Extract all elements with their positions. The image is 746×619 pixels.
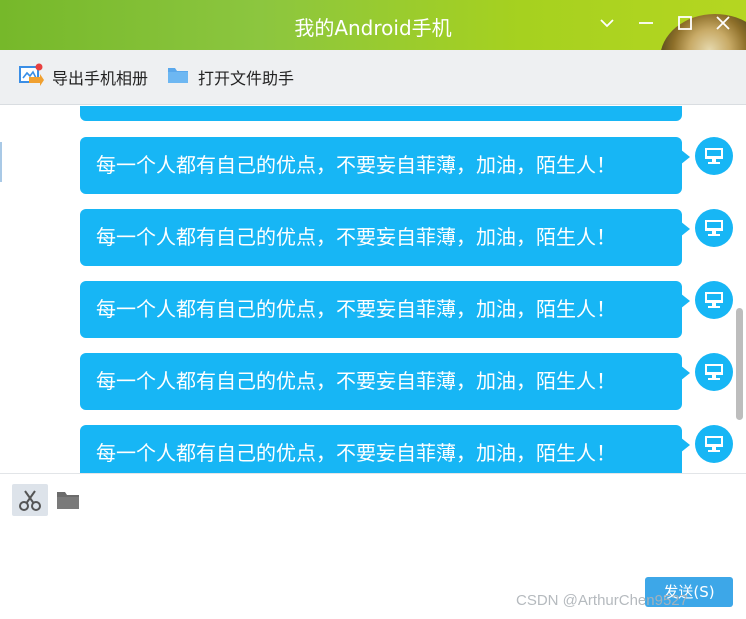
message-bubble[interactable]: 每一个人都有自己的优点，不要妄自菲薄，加油，陌生人！ [80, 209, 682, 266]
title-bar: 我的Android手机 [0, 0, 746, 50]
chat-message-area[interactable]: 每一个人都有自己的优点，不要妄自菲薄，加油，陌生人！ 每一个人都有自己的优点，不… [0, 106, 746, 473]
monitor-icon[interactable] [695, 353, 733, 391]
folder-icon [166, 64, 190, 90]
chevron-down-icon[interactable] [596, 12, 618, 34]
message-row: 每一个人都有自己的优点，不要妄自菲薄，加油，陌生人！ [80, 209, 740, 266]
message-row-partial [80, 106, 740, 121]
export-album-button[interactable]: 导出手机相册 [18, 62, 149, 92]
bubble-tail [680, 437, 690, 453]
message-bubble[interactable]: 每一个人都有自己的优点，不要妄自菲薄，加油，陌生人！ [80, 425, 682, 473]
scissors-icon[interactable] [12, 484, 48, 516]
minimize-icon[interactable] [635, 12, 657, 34]
message-row: 每一个人都有自己的优点，不要妄自菲薄，加油，陌生人！ [80, 353, 740, 410]
chat-scrollbar-thumb[interactable] [736, 308, 743, 420]
message-bubble[interactable]: 每一个人都有自己的优点，不要妄自菲薄，加油，陌生人！ [80, 353, 682, 410]
bubble-tail [680, 149, 690, 165]
message-row: 每一个人都有自己的优点，不要妄自菲薄，加油，陌生人！ [80, 425, 740, 473]
folder-icon[interactable] [50, 484, 86, 516]
toolbar: 导出手机相册 打开文件助手 [0, 50, 746, 105]
monitor-icon[interactable] [695, 137, 733, 175]
left-edge-indicator [0, 142, 2, 182]
monitor-icon[interactable] [695, 209, 733, 247]
message-row: 每一个人都有自己的优点，不要妄自菲薄，加油，陌生人！ [80, 281, 740, 338]
monitor-icon[interactable] [695, 281, 733, 319]
message-bubble[interactable]: 每一个人都有自己的优点，不要妄自菲薄，加油，陌生人！ [80, 281, 682, 338]
open-file-assistant-label: 打开文件助手 [198, 69, 295, 88]
export-photo-icon [18, 62, 44, 92]
close-icon[interactable] [712, 12, 734, 34]
message-bubble[interactable] [80, 106, 682, 121]
message-row: 每一个人都有自己的优点，不要妄自菲薄，加油，陌生人！ [80, 137, 740, 194]
maximize-icon[interactable] [674, 12, 696, 34]
message-bubble[interactable]: 每一个人都有自己的优点，不要妄自菲薄，加油，陌生人！ [80, 137, 682, 194]
open-file-assistant-button[interactable]: 打开文件助手 [166, 64, 294, 90]
csdn-watermark: CSDN @ArthurChen9527 [516, 592, 688, 609]
bubble-tail [680, 365, 690, 381]
monitor-icon[interactable] [695, 425, 733, 463]
bubble-tail [680, 221, 690, 237]
bubble-tail [680, 293, 690, 309]
export-album-label: 导出手机相册 [52, 69, 149, 88]
